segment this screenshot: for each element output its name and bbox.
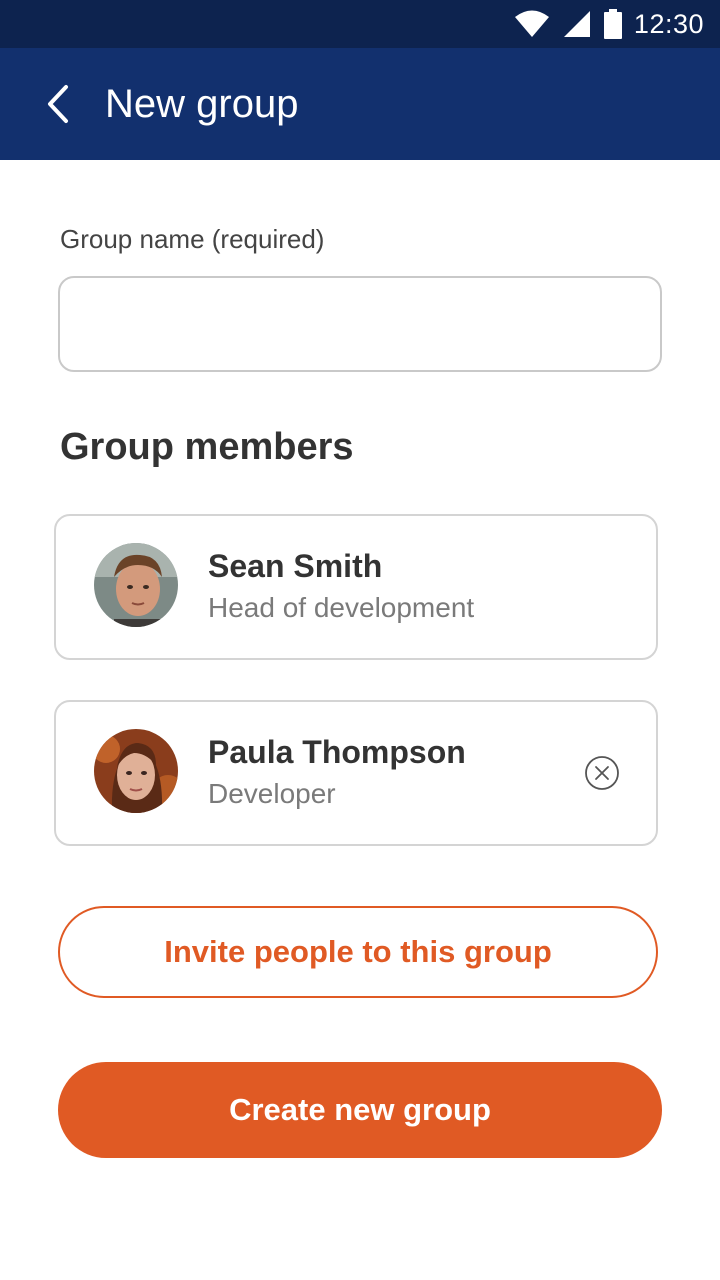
member-name: Sean Smith bbox=[208, 548, 383, 584]
battery-icon bbox=[603, 9, 622, 39]
signal-icon bbox=[563, 11, 590, 37]
group-name-label: Group name (required) bbox=[60, 224, 325, 254]
status-bar: 12:30 bbox=[0, 0, 720, 48]
create-group-button[interactable]: Create new group bbox=[58, 1062, 662, 1158]
status-icons: 12:30 bbox=[514, 0, 704, 48]
close-circle-icon bbox=[585, 756, 619, 790]
page-title: New group bbox=[105, 82, 299, 126]
group-members-title: Group members bbox=[60, 426, 354, 468]
member-card: Paula Thompson Developer bbox=[54, 700, 658, 846]
group-name-input[interactable] bbox=[58, 276, 662, 372]
wifi-icon bbox=[514, 10, 549, 37]
chevron-left-icon bbox=[48, 85, 68, 123]
member-role: Developer bbox=[208, 778, 336, 809]
member-role: Head of development bbox=[208, 592, 475, 623]
member-card: Sean Smith Head of development bbox=[54, 514, 658, 660]
invite-people-button[interactable]: Invite people to this group bbox=[58, 906, 658, 998]
avatar bbox=[94, 543, 178, 627]
back-button[interactable] bbox=[30, 76, 86, 132]
app-bar: New group bbox=[0, 48, 720, 160]
remove-member-button[interactable] bbox=[584, 755, 620, 791]
avatar bbox=[94, 729, 178, 813]
member-name: Paula Thompson bbox=[208, 734, 466, 770]
status-time: 12:30 bbox=[633, 8, 704, 39]
